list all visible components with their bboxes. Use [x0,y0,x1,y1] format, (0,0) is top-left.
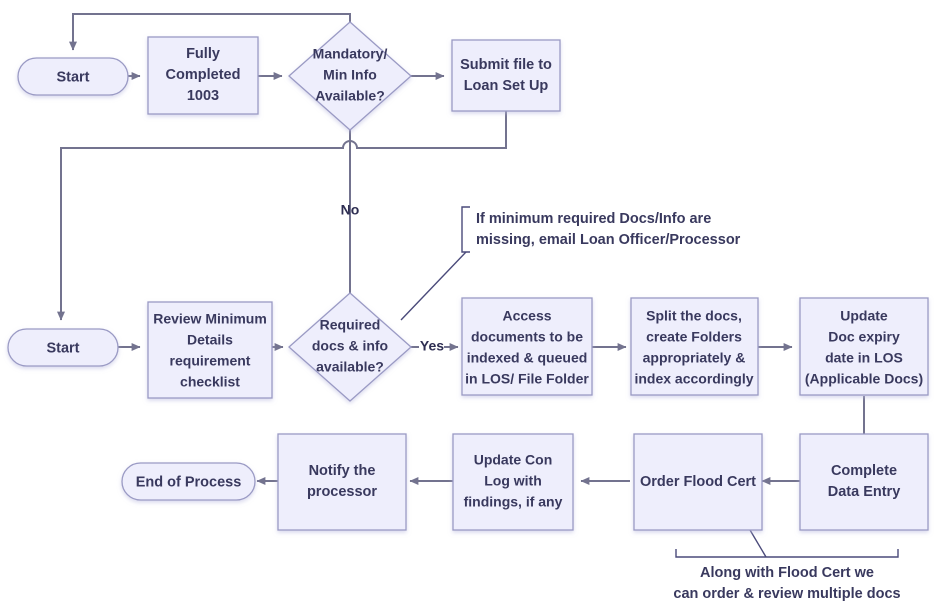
node-mandatory-min-info-decision[interactable]: Mandatory/ Min Info Available? [288,21,412,131]
end-of-process-label: End of Process [136,474,242,490]
split-docs-line-2: create Folders [646,329,742,345]
update-expiry-line-4: (Applicable Docs) [805,371,923,387]
node-submit-file-to-loan-set-up[interactable]: Submit file to Loan Set Up [451,39,561,112]
review-checklist-line-2: Details [187,332,233,348]
node-complete-data-entry[interactable]: Complete Data Entry [799,433,929,531]
complete-data-entry-line-1: Complete [831,463,897,479]
node-start1[interactable]: Start [17,57,129,96]
flowchart-canvas: Start Fully Completed 1003 Mandatory/ Mi… [0,0,936,609]
node-order-flood-cert[interactable]: Order Flood Cert [633,433,763,531]
submit-file-line-2: Loan Set Up [464,78,549,94]
access-documents-line-1: Access [502,308,551,324]
update-con-log-line-3: findings, if any [464,494,563,510]
notify-processor-line-1: Notify the [309,463,376,479]
submit-file-line-1: Submit file to [460,57,552,73]
flowchart-svg: Start Fully Completed 1003 Mandatory/ Mi… [7,13,929,602]
update-con-log-line-2: Log with [484,473,542,489]
node-notify-processor[interactable]: Notify the processor [277,433,407,531]
required-decision-line-2: docs & info [312,338,388,354]
split-docs-line-3: appropriately & [643,350,746,366]
update-con-log-line-1: Update Con [474,452,553,468]
split-docs-line-4: index accordingly [634,371,753,387]
update-expiry-line-1: Update [840,308,888,324]
submit-file-shape [451,39,561,112]
fully-completed-1003-line-3: 1003 [187,88,219,104]
review-checklist-line-3: requirement [170,353,251,369]
callout-missing-docs-line-1: If minimum required Docs/Info are [476,211,711,227]
notify-processor-line-2: processor [307,484,377,500]
update-expiry-line-2: Doc expiry [828,329,900,345]
fully-completed-1003-line-1: Fully [186,46,220,62]
node-update-con-log[interactable]: Update Con Log with findings, if any [452,433,574,531]
start2-label: Start [46,340,79,356]
node-end-of-process[interactable]: End of Process [121,462,256,501]
required-decision-line-1: Required [320,317,381,333]
access-documents-line-3: indexed & queued [467,350,588,366]
callout-flood-cert-line-1: Along with Flood Cert we [700,565,874,581]
node-fully-completed-1003[interactable]: Fully Completed 1003 [147,36,259,115]
callout-missing-docs-line-2: missing, email Loan Officer/Processor [476,232,741,248]
node-access-documents[interactable]: Access documents to be indexed & queued … [461,297,593,396]
callout-missing-docs-leader [400,251,467,321]
callout-flood-cert-line-2: can order & review multiple docs [673,586,900,602]
edge-label-no: No [341,202,360,218]
complete-data-entry-shape [799,433,929,531]
mandatory-decision-line-3: Available? [315,88,385,104]
update-expiry-line-3: date in LOS [825,350,903,366]
access-documents-line-2: documents to be [471,329,583,345]
mandatory-decision-line-1: Mandatory/ [313,46,388,62]
order-flood-cert-label: Order Flood Cert [640,474,756,490]
callout-flood-cert-bracket [675,549,899,558]
connector-submit-file-to-start2 [57,111,507,321]
split-docs-line-1: Split the docs, [646,308,742,324]
mandatory-decision-line-2: Min Info [323,67,377,83]
complete-data-entry-line-2: Data Entry [828,484,901,500]
callout-flood-cert-leader [749,529,767,558]
node-required-docs-info-decision[interactable]: Required docs & info available? [288,292,412,402]
node-start2[interactable]: Start [7,328,119,367]
start1-label: Start [56,69,89,85]
access-documents-line-4: in LOS/ File Folder [465,371,589,387]
edge-label-yes: Yes [420,338,444,354]
node-split-docs-create-folders[interactable]: Split the docs, create Folders appropria… [630,297,759,396]
node-review-minimum-details-checklist[interactable]: Review Minimum Details requirement check… [147,301,273,399]
review-checklist-line-4: checklist [180,374,240,390]
fully-completed-1003-line-2: Completed [166,67,241,83]
required-decision-line-3: available? [316,359,384,375]
node-update-doc-expiry-date[interactable]: Update Doc expiry date in LOS (Applicabl… [799,297,929,396]
review-checklist-line-1: Review Minimum [153,311,267,327]
notify-processor-shape [277,433,407,531]
callout-missing-docs-bracket [461,206,470,253]
